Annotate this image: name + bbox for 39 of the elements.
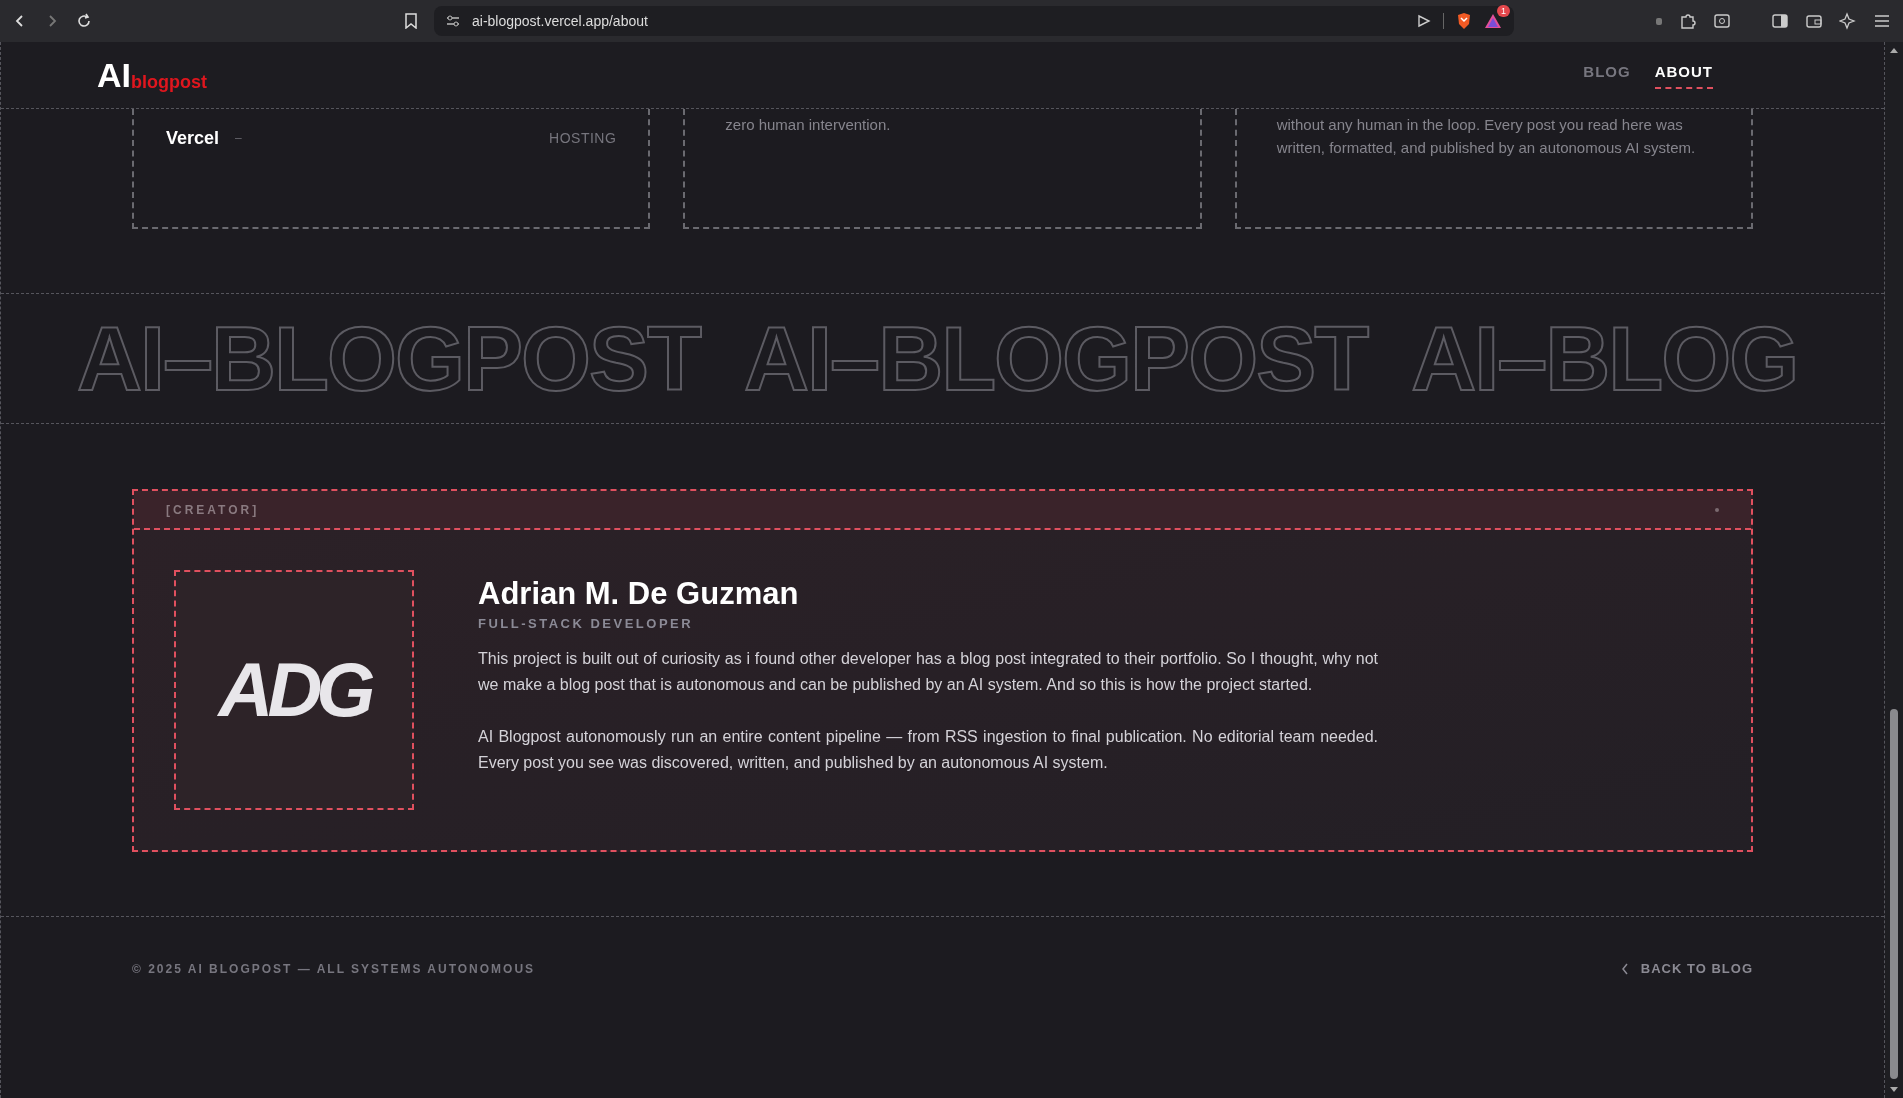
nav-link[interactable]: ABOUT <box>1654 60 1713 90</box>
triangle-icon[interactable] <box>1484 13 1502 29</box>
puzzle-icon[interactable] <box>1679 12 1697 30</box>
bio-paragraph: This project is built out of curiosity as i found other developer has a blog post integrated to their portfolio. So I thought, why not we make a blog post that is autonomous and can be published by an AI system. And so this is how the project started. <box>478 648 1378 695</box>
nav-link[interactable]: BLOG <box>1583 60 1631 90</box>
notification-badge: 1 <box>1497 5 1510 17</box>
dash-text: – <box>235 130 242 147</box>
bio-paragraph: AI Blogpost autonomously run an entire content pipeline — from RSS ingestion to final publication. No editorial team needed. Every post you see was discovered, written, and published by an autonomous AI system. <box>478 726 1378 773</box>
marquee-text: AI–BLOGPOST <box>744 313 1368 404</box>
wallet-icon[interactable] <box>1805 12 1823 30</box>
site-logo[interactable]: AIblogpost <box>97 58 207 92</box>
avatar-logo: ADG <box>218 652 370 728</box>
reload-icon[interactable] <box>76 13 92 29</box>
scroll-up-icon[interactable] <box>1889 46 1899 54</box>
bookmark-icon[interactable] <box>404 13 418 29</box>
share-icon[interactable] <box>1417 14 1431 28</box>
copyright-text: © 2025 AI BLOGPOST — ALL SYSTEMS AUTONOMOUS <box>132 960 536 978</box>
menu-icon[interactable] <box>1873 12 1891 30</box>
address-bar[interactable]: ai-blogpost.vercel.app/about 1 <box>434 6 1514 36</box>
back-to-blog-link[interactable]: BACK TO BLOG <box>1620 959 1753 979</box>
card-text: without any human in the loop. Every post you read here was written, formatted, and published by an autonomous AI system. <box>1276 115 1697 158</box>
site-info-icon[interactable] <box>446 14 460 28</box>
section-tag: [CREATOR] <box>166 500 260 519</box>
marquee-text: AI–BLOGPOST <box>77 313 701 404</box>
creator-role: FULL-STACK DEVELOPER <box>478 615 695 633</box>
url-text: ai-blogpost.vercel.app/about <box>472 11 649 31</box>
scroll-down-icon[interactable] <box>1889 1086 1899 1094</box>
screenshot-icon[interactable] <box>1713 12 1731 30</box>
sidebar-icon[interactable] <box>1771 12 1789 30</box>
chevron-left-icon <box>1620 962 1629 975</box>
creator-name: Adrian M. De Guzman <box>478 575 800 613</box>
scrollbar-thumb[interactable] <box>1890 709 1898 1079</box>
marquee-text: AI–BLOG <box>1411 313 1798 404</box>
tech-role: HOSTING <box>549 129 617 148</box>
card-text: zero human intervention. <box>725 115 892 135</box>
sparkle-icon[interactable] <box>1839 12 1857 30</box>
tech-name: Vercel <box>166 127 220 150</box>
shield-icon[interactable] <box>1456 12 1472 30</box>
dot-icon <box>1715 507 1719 512</box>
